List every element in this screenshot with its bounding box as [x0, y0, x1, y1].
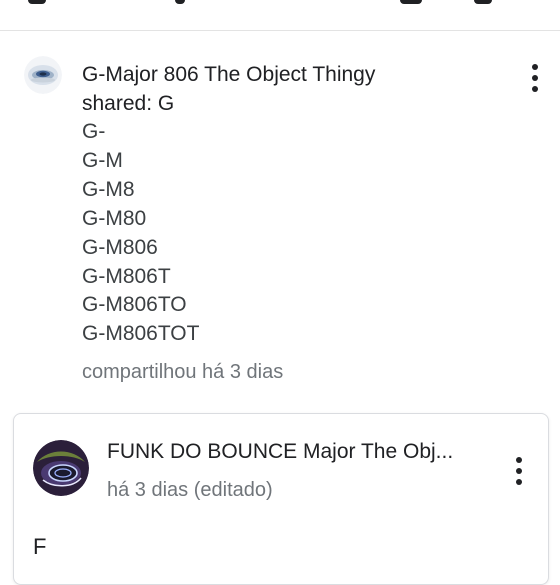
post-line: G-M806T	[82, 264, 171, 288]
post-author[interactable]: G-Major 806 The Object Thingy	[82, 60, 522, 89]
post-line: G-M80	[82, 206, 147, 230]
shared-label: shared:	[82, 92, 153, 115]
card-author[interactable]: FUNK DO BOUNCE Major The Obj...	[107, 437, 497, 466]
divider	[0, 30, 560, 31]
top-toolbar-remnant	[0, 0, 560, 10]
shared-line: shared: G	[82, 89, 522, 118]
shared-text: G	[157, 92, 175, 115]
more-options-icon[interactable]	[526, 62, 546, 94]
card-timestamp: há 3 dias (editado)	[107, 479, 273, 501]
post-line: G-M806TO	[82, 293, 187, 317]
post-line: G-M	[82, 148, 123, 172]
post-timestamp: compartilhou há 3 dias	[82, 361, 284, 383]
post-line: G-M806	[82, 235, 158, 259]
avatar[interactable]	[24, 56, 62, 94]
post-lines: G- G-M G-M8 G-M80 G-M806 G-M806T G-M806T…	[82, 118, 522, 349]
post: G-Major 806 The Object Thingy shared: G …	[82, 60, 522, 349]
card-body-text: F	[33, 534, 47, 559]
more-options-icon[interactable]	[510, 455, 530, 487]
post-line: G-	[82, 120, 106, 143]
avatar[interactable]	[33, 440, 89, 496]
post-line: G-M8	[82, 177, 135, 201]
post-line: G-M806TOT	[82, 322, 200, 346]
